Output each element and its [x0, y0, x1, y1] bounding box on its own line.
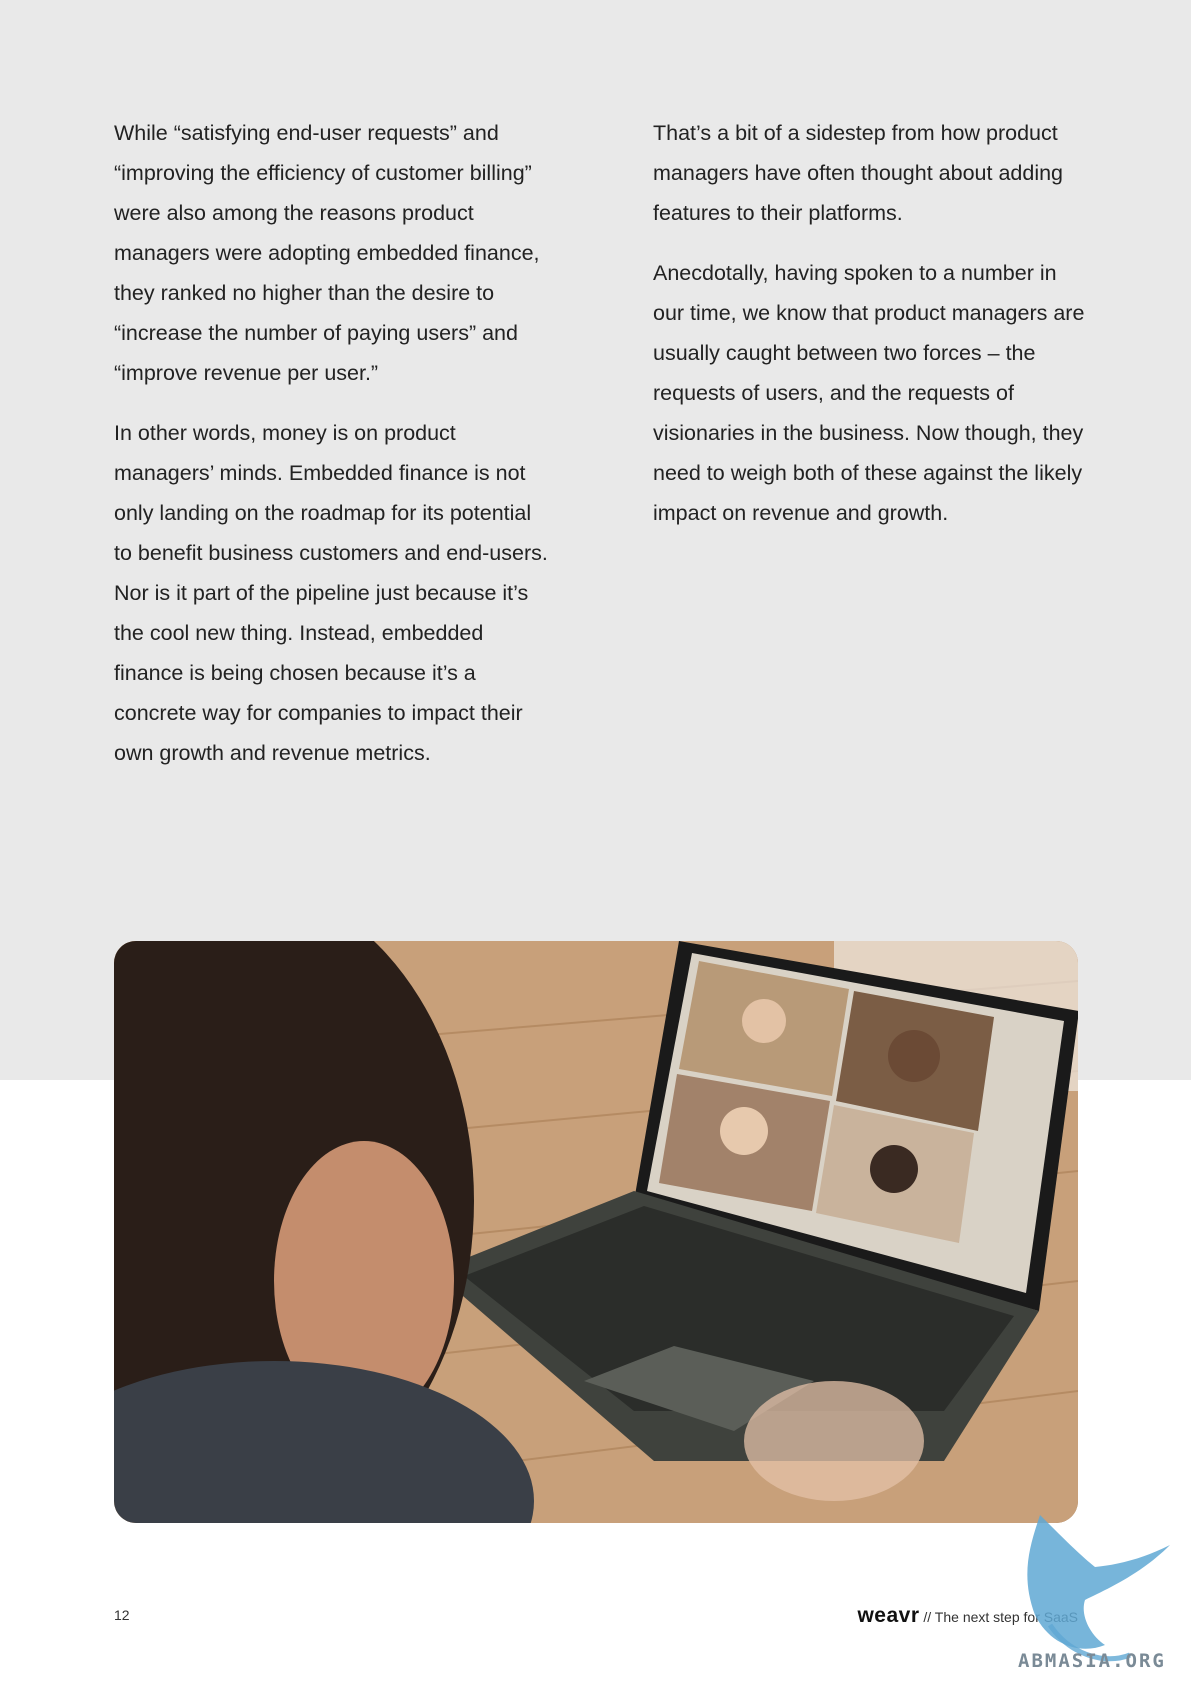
- left-paragraph-2: In other words, money is on product mana…: [114, 421, 548, 765]
- left-text-column: While “satisfying end-user requests” and…: [114, 113, 554, 793]
- right-text-column: That’s a bit of a sidestep from how prod…: [653, 113, 1093, 553]
- right-paragraph-1: That’s a bit of a sidestep from how prod…: [653, 121, 1064, 225]
- watermark-text: ABMASIA.ORG: [1018, 1650, 1166, 1672]
- laptop-video-call-photo: [114, 941, 1078, 1523]
- right-paragraph-2: Anecdotally, having spoken to a number i…: [653, 261, 1085, 525]
- left-paragraph-1: While “satisfying end-user requests” and…: [114, 121, 540, 385]
- weavr-logo: weavr: [857, 1604, 920, 1627]
- page-number: 12: [114, 1607, 130, 1623]
